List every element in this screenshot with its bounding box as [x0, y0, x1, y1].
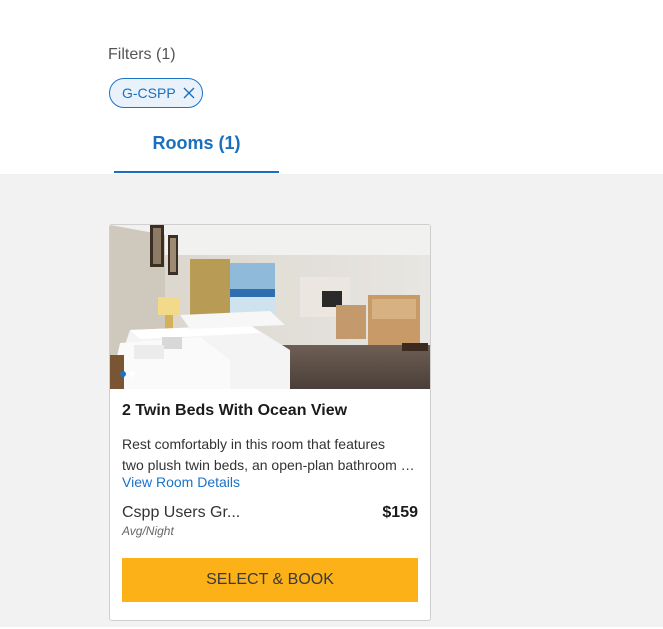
room-description-line-2: two plush twin beds, an open-plan bathro… [122, 457, 420, 473]
carousel-dot-1[interactable] [120, 371, 126, 377]
room-description-line-1: Rest comfortably in this room that featu… [122, 436, 385, 452]
rate-name: Cspp Users Gr... [122, 504, 241, 521]
room-photo[interactable] [110, 225, 430, 389]
room-photo-image [110, 225, 430, 389]
select-and-book-button[interactable]: SELECT & BOOK [122, 558, 418, 602]
rate-subtext: Avg/Night [122, 524, 174, 538]
filter-chip-g-cspp[interactable]: G-CSPP [109, 78, 203, 108]
carousel-dot-2[interactable] [129, 371, 135, 377]
view-room-details-link[interactable]: View Room Details [122, 474, 240, 490]
room-description: Rest comfortably in this room that featu… [122, 434, 420, 476]
tab-active-indicator [114, 171, 279, 173]
room-price: $159 [382, 504, 418, 521]
close-icon[interactable] [182, 86, 196, 100]
tab-rooms-label: Rooms (1) [152, 133, 241, 153]
room-title: 2 Twin Beds With Ocean View [122, 402, 348, 419]
room-card: 2 Twin Beds With Ocean View Rest comfort… [109, 224, 431, 621]
filter-chip-label: G-CSPP [122, 85, 176, 101]
results-area: 2 Twin Beds With Ocean View Rest comfort… [0, 174, 663, 629]
filters-label: Filters (1) [108, 46, 176, 63]
tab-rooms[interactable]: Rooms (1) [114, 118, 279, 174]
filters-header: Filters (1) G-CSPP Rooms (1) [0, 0, 663, 174]
carousel-dots[interactable] [120, 371, 135, 377]
